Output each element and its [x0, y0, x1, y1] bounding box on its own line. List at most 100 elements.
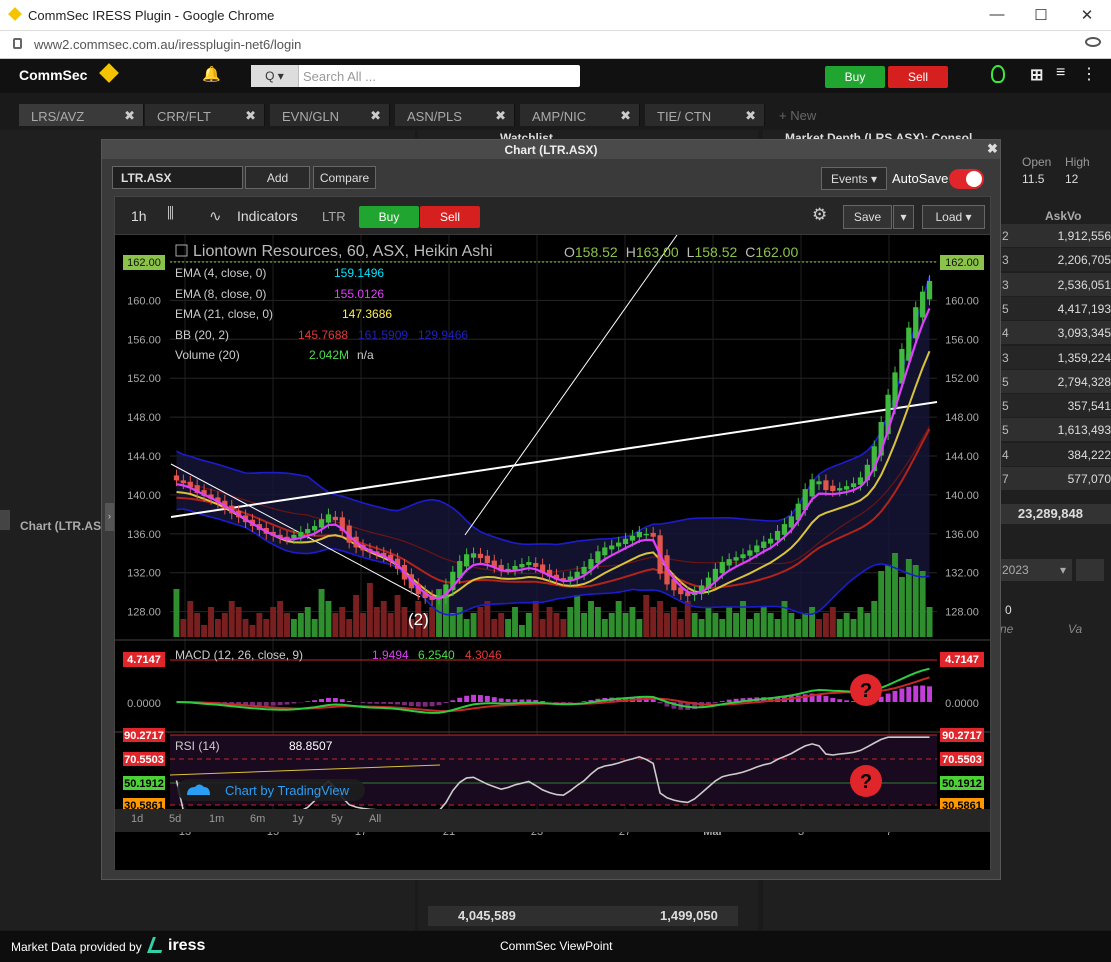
iress-logo-text: iress: [168, 937, 206, 954]
more-icon[interactable]: ⋮: [1081, 64, 1097, 84]
candle-style-icon[interactable]: ⫼: [167, 205, 174, 222]
tab-amp-nic[interactable]: AMP/NIC ✖: [520, 104, 640, 126]
add-widget-icon[interactable]: ⊞: [1030, 65, 1043, 85]
search-scope-button[interactable]: Q ▾: [251, 65, 299, 87]
close-tab-icon[interactable]: ✖: [124, 108, 135, 124]
candle-body: [180, 480, 186, 484]
candle-body: [609, 545, 615, 550]
maximize-button[interactable]: ☐: [1031, 6, 1051, 24]
tf-1m[interactable]: 1m: [209, 813, 224, 825]
search-box[interactable]: Q ▾ Search All ...: [251, 65, 580, 87]
depth-row[interactable]: 4 384,222: [1000, 442, 1111, 466]
url-text: www2.commsec.com.au/iressplugin-net6/log…: [34, 37, 302, 52]
ask-volume: 4,417,193: [1057, 301, 1111, 316]
tf-all[interactable]: All: [369, 813, 381, 825]
close-tab-icon[interactable]: ✖: [370, 108, 381, 124]
tab-lrs-avz[interactable]: LRS/AVZ ✖: [19, 104, 144, 126]
candle-body: [636, 531, 642, 538]
brand-logo[interactable]: CommSec: [19, 67, 87, 83]
volume-bar: [622, 613, 629, 637]
save-menu-button[interactable]: ▾: [893, 205, 914, 229]
depth-row[interactable]: 4 3,093,345: [1000, 321, 1111, 345]
depth-row[interactable]: 3 2,536,051: [1000, 272, 1111, 296]
symbol-input[interactable]: LTR.ASX: [112, 166, 243, 189]
tf-1d[interactable]: 1d: [131, 813, 143, 825]
tf-5d[interactable]: 5d: [169, 813, 181, 825]
macd-hist-bar: [291, 702, 297, 704]
volume-bar: [594, 607, 601, 637]
close-tab-icon[interactable]: ✖: [495, 108, 506, 124]
eye-icon[interactable]: [1085, 37, 1101, 47]
bell-icon[interactable]: 🔔: [202, 65, 221, 83]
load-dropdown[interactable]: Load ▾: [922, 205, 985, 229]
depth-row[interactable]: 5 1,613,493: [1000, 418, 1111, 442]
gear-icon[interactable]: ⚙: [812, 205, 827, 225]
tf-6m[interactable]: 6m: [250, 813, 265, 825]
menu-icon[interactable]: ≡: [1056, 64, 1065, 82]
ask-volume-column: 2 1,912,556 3 2,206,705 3 2,536,051 5 4,417,193…: [1000, 224, 1111, 509]
save-button[interactable]: Save: [843, 205, 892, 229]
ask-volume: 1,359,224: [1057, 350, 1111, 365]
collapse-panel-handle[interactable]: ›: [105, 503, 114, 531]
indicators-icon[interactable]: ∿: [209, 207, 222, 225]
volume-bar: [560, 619, 567, 637]
close-window-button[interactable]: ✕: [1077, 6, 1097, 24]
tradingview-link[interactable]: Chart by TradingView: [225, 783, 350, 798]
tradingview-chart[interactable]: 1h ⫼ ∿ Indicators LTR Buy Sell ⚙ Save ▾ …: [114, 196, 991, 870]
depth-row[interactable]: 3 1,359,224: [1000, 345, 1111, 369]
depth-row[interactable]: 5 357,541: [1000, 394, 1111, 418]
bb-lower-value: 129.9466: [418, 328, 468, 342]
autosave-toggle[interactable]: [949, 169, 984, 189]
price-tick-left: 132.00: [127, 568, 161, 580]
depth-zero: 0: [1005, 603, 1012, 617]
close-dialog-icon[interactable]: ✖: [987, 141, 998, 157]
volume-bar: [470, 613, 477, 637]
volume-bar: [857, 607, 864, 637]
volume-bar: [829, 607, 836, 637]
indicators-button[interactable]: Indicators: [237, 208, 298, 224]
depth-row[interactable]: 5 2,794,328: [1000, 369, 1111, 393]
chart-sell-button[interactable]: Sell: [420, 206, 480, 228]
volume-bar: [878, 571, 885, 637]
depth-row[interactable]: 5 4,417,193: [1000, 296, 1111, 320]
tab-asn-pls[interactable]: ASN/PLS ✖: [395, 104, 515, 126]
close-tab-icon[interactable]: ✖: [245, 108, 256, 124]
interval-button[interactable]: 1h: [131, 208, 147, 224]
help-glyph: ?: [860, 680, 872, 702]
chart-plot[interactable]: (2) 164.00164.00160.00160.00156.00156.00…: [115, 235, 990, 870]
volume-bar: [477, 607, 484, 637]
watchlist-totals: 4,045,589 1,499,050: [428, 906, 738, 926]
search-input[interactable]: Search All ...: [303, 69, 376, 84]
depth-row[interactable]: 7 577,070: [1000, 467, 1111, 490]
left-panel-handle[interactable]: [0, 510, 10, 530]
tf-1y[interactable]: 1y: [292, 813, 304, 825]
tab-crr-flt[interactable]: CRR/FLT ✖: [145, 104, 265, 126]
lightbulb-icon[interactable]: [991, 65, 1005, 83]
bb-upper-value: 161.5909: [358, 328, 408, 342]
volume-bar: [532, 601, 539, 637]
year-select[interactable]: 2023 ▾: [1000, 559, 1072, 581]
compare-button[interactable]: Compare: [313, 166, 376, 189]
tab-evn-gln[interactable]: EVN/GLN ✖: [270, 104, 390, 126]
high-value: 12: [1065, 172, 1079, 186]
address-bar[interactable]: www2.commsec.com.au/iressplugin-net6/log…: [0, 31, 1111, 59]
depth-row[interactable]: 3 2,206,705: [1000, 248, 1111, 272]
year-value: 2023: [1002, 563, 1029, 577]
depth-row[interactable]: 2 1,912,556: [1000, 224, 1111, 247]
volume-bar: [187, 601, 194, 637]
minimize-button[interactable]: —: [987, 6, 1007, 23]
add-button[interactable]: Add: [245, 166, 310, 189]
buy-button[interactable]: Buy: [825, 66, 885, 88]
delete-button[interactable]: [1076, 559, 1104, 581]
chart-buy-button[interactable]: Buy: [359, 206, 419, 228]
new-tab-button[interactable]: + New: [779, 108, 816, 123]
macd-hist-bar: [920, 685, 926, 702]
events-dropdown[interactable]: Events ▾: [821, 167, 887, 190]
volume-bar: [643, 595, 650, 637]
macd-hist-bar: [457, 697, 463, 702]
tab-tie-ctn[interactable]: TIE/ CTN ✖: [645, 104, 765, 126]
close-tab-icon[interactable]: ✖: [745, 108, 756, 124]
close-tab-icon[interactable]: ✖: [620, 108, 631, 124]
sell-button[interactable]: Sell: [888, 66, 948, 88]
tf-5y[interactable]: 5y: [331, 813, 343, 825]
